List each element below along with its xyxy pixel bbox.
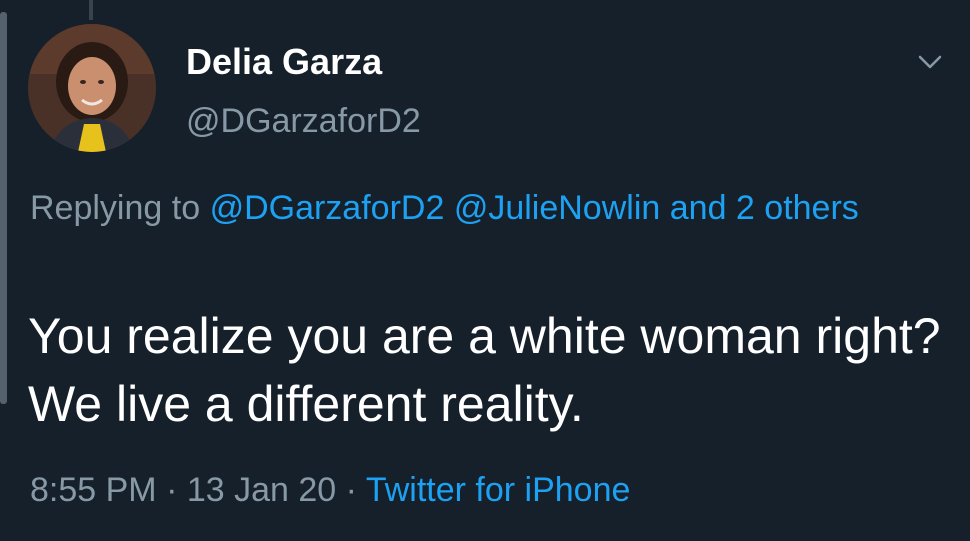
replying-to-label: Replying to xyxy=(30,189,201,227)
scrollbar[interactable] xyxy=(0,12,7,404)
meta-separator: · xyxy=(345,471,357,509)
author-name[interactable]: Delia Garza xyxy=(186,40,382,84)
chevron-down-icon[interactable] xyxy=(914,48,946,76)
avatar[interactable] xyxy=(28,24,156,152)
replying-to: Replying to @DGarzaforD2 @JulieNowlin an… xyxy=(30,183,950,234)
tweet-time[interactable]: 8:55 PM xyxy=(30,471,157,509)
tweet-text: You realize you are a white woman right?… xyxy=(28,308,941,432)
meta-separator: · xyxy=(166,471,178,509)
tweet-source-link[interactable]: Twitter for iPhone xyxy=(366,471,631,509)
and-others-link[interactable]: and 2 others xyxy=(670,189,859,227)
author-handle[interactable]: @DGarzaforD2 xyxy=(186,99,421,143)
thread-connector-line xyxy=(89,0,93,20)
avatar-image xyxy=(28,24,156,152)
tweet-date[interactable]: 13 Jan 20 xyxy=(187,471,336,509)
mention-link-dgarzaford2[interactable]: @DGarzaforD2 xyxy=(210,189,445,227)
mention-link-julienowlin[interactable]: @JulieNowlin xyxy=(454,189,660,227)
tweet-meta: 8:55 PM · 13 Jan 20 · Twitter for iPhone xyxy=(30,467,630,513)
